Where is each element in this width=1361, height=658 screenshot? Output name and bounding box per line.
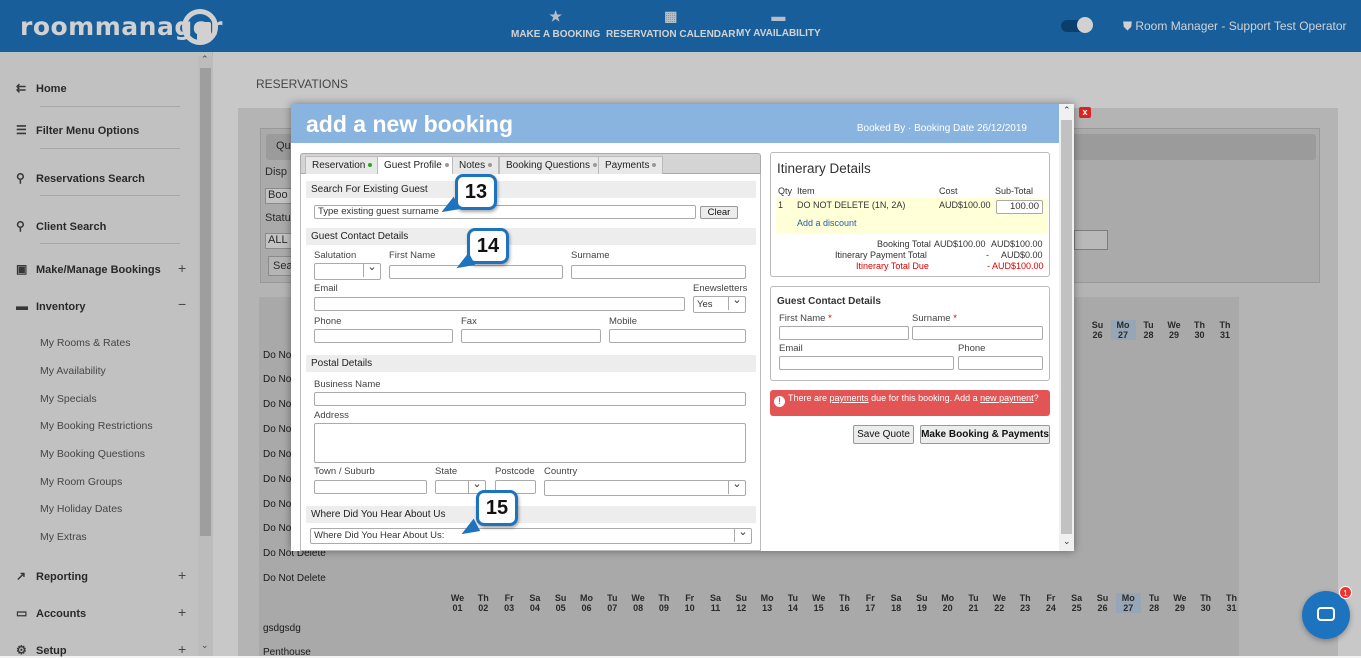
enewsletters-label: Enewsletters — [693, 283, 748, 294]
guest-email-field[interactable] — [779, 356, 954, 370]
country-select[interactable] — [544, 480, 746, 496]
modal-title: add a new booking — [306, 111, 514, 137]
booking-total-cost: AUD$100.00 — [934, 239, 986, 249]
status-dot-icon — [444, 163, 449, 168]
chat-icon — [1317, 607, 1335, 621]
country-label: Country — [544, 466, 578, 477]
booking-total-label: Booking Total — [877, 239, 931, 249]
booking-date: Booked By · Booking Date 26/12/2019 — [856, 123, 1027, 134]
callout-15: 15 — [476, 490, 518, 526]
fax-label: Fax — [461, 316, 477, 327]
guest-first-name-field[interactable] — [779, 326, 909, 340]
guest-contact-panel: Guest Contact Details First Name * Surna… — [770, 286, 1050, 381]
scroll-up-icon[interactable]: ⌃ — [1063, 105, 1071, 116]
clear-button[interactable]: Clear — [700, 206, 738, 219]
tab-guest-profile[interactable]: Guest Profile — [377, 156, 456, 174]
itinerary-panel: Itinerary Details Qty Item Cost Sub-Tota… — [770, 152, 1050, 277]
new-payment-link[interactable]: new payment — [980, 393, 1034, 403]
town-field[interactable] — [314, 480, 427, 494]
guest-phone-field[interactable] — [958, 356, 1043, 370]
row-cost: AUD$100.00 — [939, 200, 991, 210]
section-search-guest: Search For Existing Guest — [306, 181, 756, 198]
booking-tabs: Reservation Guest Profile Notes Booking … — [300, 153, 761, 174]
enewsletters-select[interactable]: Yes — [693, 296, 746, 313]
payment-alert: ! There are payments due for this bookin… — [770, 390, 1050, 416]
make-booking-button[interactable]: Make Booking & Payments — [920, 425, 1050, 444]
mobile-label: Mobile — [609, 316, 637, 327]
tab-payments[interactable]: Payments — [598, 156, 664, 174]
email-field[interactable] — [314, 297, 685, 311]
payments-link[interactable]: payments — [830, 393, 869, 403]
tab-reservation[interactable]: Reservation — [305, 156, 380, 174]
payment-total-dash: - — [986, 250, 989, 260]
scroll-down-icon[interactable]: ⌄ — [1063, 536, 1071, 547]
status-dot-icon — [368, 163, 373, 168]
town-label: Town / Suburb — [314, 466, 375, 477]
section-hear-about-us: Where Did You Hear About Us — [306, 506, 756, 523]
guest-phone-label: Phone — [958, 343, 986, 354]
modal-scroll-thumb[interactable] — [1061, 120, 1072, 534]
address-label: Address — [314, 410, 349, 421]
section-postal: Postal Details — [306, 355, 756, 372]
payment-total-value: AUD$0.00 — [1001, 250, 1043, 260]
col-item: Item — [797, 186, 815, 196]
guest-email-label: Email — [779, 343, 803, 354]
status-dot-icon — [652, 163, 657, 168]
guest-surname-field[interactable] — [912, 326, 1043, 340]
fax-field[interactable] — [461, 329, 601, 343]
subtotal-input[interactable]: 100.00 — [996, 200, 1043, 214]
mobile-field[interactable] — [609, 329, 746, 343]
col-subtotal: Sub-Total — [995, 186, 1034, 196]
callout-13: 13 — [455, 174, 497, 210]
total-due-label: Itinerary Total Due — [856, 261, 929, 271]
address-field[interactable] — [314, 423, 746, 463]
close-icon[interactable]: x — [1079, 107, 1091, 118]
postcode-label: Postcode — [495, 466, 535, 477]
guest-first-name-label: First Name * — [779, 313, 832, 324]
phone-label: Phone — [314, 316, 342, 327]
first-name-label: First Name — [389, 250, 436, 261]
payment-total-label: Itinerary Payment Total — [835, 250, 927, 260]
guest-surname-label: Surname * — [912, 313, 957, 324]
save-quote-button[interactable]: Save Quote — [853, 425, 914, 444]
row-qty: 1 — [778, 200, 784, 210]
col-cost: Cost — [939, 186, 958, 196]
business-name-field[interactable] — [314, 392, 746, 406]
notification-badge: 1 — [1339, 586, 1352, 599]
add-discount-link[interactable]: Add a discount — [797, 218, 857, 228]
modal-header: add a new booking Booked By · Booking Da… — [291, 104, 1059, 143]
add-booking-modal: add a new booking Booked By · Booking Da… — [291, 104, 1074, 551]
surname-field[interactable] — [571, 265, 746, 279]
guest-search-input[interactable]: Type existing guest surname — [314, 205, 696, 219]
tab-booking-questions[interactable]: Booking Questions — [499, 156, 604, 174]
section-guest-contact: Guest Contact Details — [306, 228, 756, 245]
status-dot-icon — [592, 163, 597, 168]
itinerary-title: Itinerary Details — [777, 161, 871, 176]
alert-icon: ! — [774, 396, 785, 407]
guest-profile-form: Search For Existing Guest Type existing … — [300, 174, 761, 551]
row-item: DO NOT DELETE (1N, 2A) — [797, 200, 906, 210]
tab-notes[interactable]: Notes — [452, 156, 500, 174]
surname-label: Surname — [571, 250, 610, 261]
phone-field[interactable] — [314, 329, 453, 343]
salutation-select[interactable] — [314, 263, 381, 280]
itinerary-row: 1 DO NOT DELETE (1N, 2A) AUD$100.00 100.… — [776, 198, 1048, 234]
first-name-field[interactable] — [389, 265, 563, 279]
email-label: Email — [314, 283, 338, 294]
callout-14: 14 — [467, 228, 509, 264]
booking-total-subtotal: AUD$100.00 — [991, 239, 1043, 249]
col-qty: Qty — [778, 186, 793, 196]
total-due-value: - AUD$100.00 — [987, 261, 1044, 271]
guest-contact-title: Guest Contact Details — [777, 296, 881, 307]
salutation-label: Salutation — [314, 250, 357, 261]
business-name-label: Business Name — [314, 379, 381, 390]
status-dot-icon — [488, 163, 493, 168]
hear-about-us-select[interactable]: Where Did You Hear About Us: — [310, 528, 752, 544]
state-label: State — [435, 466, 458, 477]
